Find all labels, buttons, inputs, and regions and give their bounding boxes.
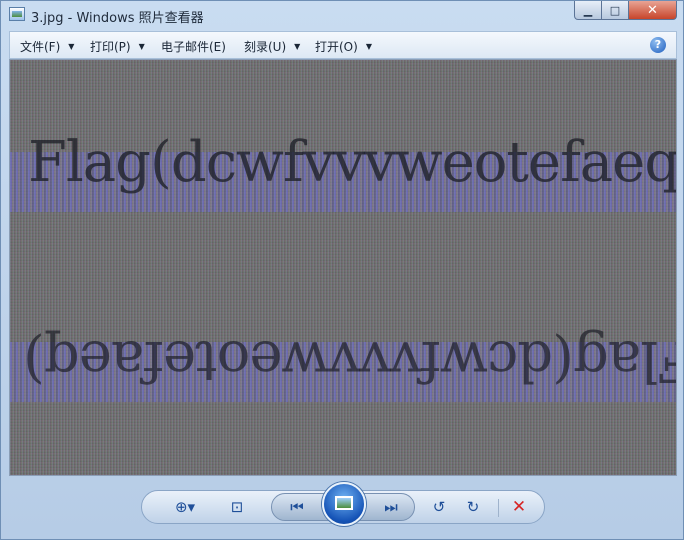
menu-burn[interactable]: 刻录(U) ▼ <box>244 38 300 55</box>
menu-print[interactable]: 打印(P) ▼ <box>90 38 145 55</box>
toolbar-divider <box>498 499 499 517</box>
chevron-down-icon: ▼ <box>365 42 372 51</box>
window-title: 3.jpg - Windows 照片查看器 <box>31 11 204 26</box>
menu-bar: 文件(F) ▼ 打印(P) ▼ 电子邮件(E) 刻录(U) ▼ 打开(O) ▼ … <box>9 31 677 59</box>
menu-open[interactable]: 打开(O) ▼ <box>315 38 372 55</box>
delete-icon[interactable]: ✕ <box>508 496 530 518</box>
rotate-left-icon[interactable]: ↺ <box>428 496 450 518</box>
window-controls: ▁ □ ✕ <box>574 1 677 21</box>
bottom-toolbar: ⊕▾ ⊡ ⏮ ⏭ ↺ ↻ ✕ <box>141 482 545 526</box>
menu-burn-label: 刻录(U) <box>244 40 287 54</box>
zoom-icon[interactable]: ⊕▾ <box>168 496 202 518</box>
title-bar[interactable]: 3.jpg - Windows 照片查看器 ▁ □ ✕ <box>1 1 683 29</box>
maximize-button[interactable]: □ <box>602 1 629 20</box>
chevron-down-icon: ▼ <box>68 42 75 51</box>
rotate-right-icon[interactable]: ↻ <box>462 496 484 518</box>
photo-viewer-app-icon <box>9 7 25 21</box>
menu-email[interactable]: 电子邮件(E) <box>161 38 226 55</box>
chevron-down-icon: ▼ <box>138 42 145 51</box>
close-button[interactable]: ✕ <box>629 1 677 20</box>
menu-file[interactable]: 文件(F) ▼ <box>20 38 74 55</box>
fit-window-icon[interactable]: ⊡ <box>226 496 248 518</box>
image-viewport[interactable]: Flag(dcwfvvvweotefaeq) Flag(dcwfvvvweote… <box>9 59 677 476</box>
chevron-down-icon: ▼ <box>294 42 301 51</box>
noisy-image-background <box>10 60 676 475</box>
help-icon[interactable]: ? <box>650 37 666 53</box>
next-icon[interactable]: ⏭ <box>380 496 402 518</box>
image-flag-text: Flag(dcwfvvvweotefaeq) <box>28 130 677 195</box>
menu-email-label: 电子邮件(E) <box>161 40 226 54</box>
previous-icon[interactable]: ⏮ <box>286 496 308 518</box>
slideshow-icon[interactable] <box>322 482 366 526</box>
photo-viewer-window: 3.jpg - Windows 照片查看器 ▁ □ ✕ 文件(F) ▼ 打印(P… <box>0 0 684 540</box>
menu-file-label: 文件(F) <box>20 40 61 54</box>
menu-open-label: 打开(O) <box>315 40 358 54</box>
image-flag-text-mirrored: Flag(dcwfvvvweotefaeq) <box>24 328 677 393</box>
menu-print-label: 打印(P) <box>90 40 131 54</box>
minimize-button[interactable]: ▁ <box>574 1 602 20</box>
